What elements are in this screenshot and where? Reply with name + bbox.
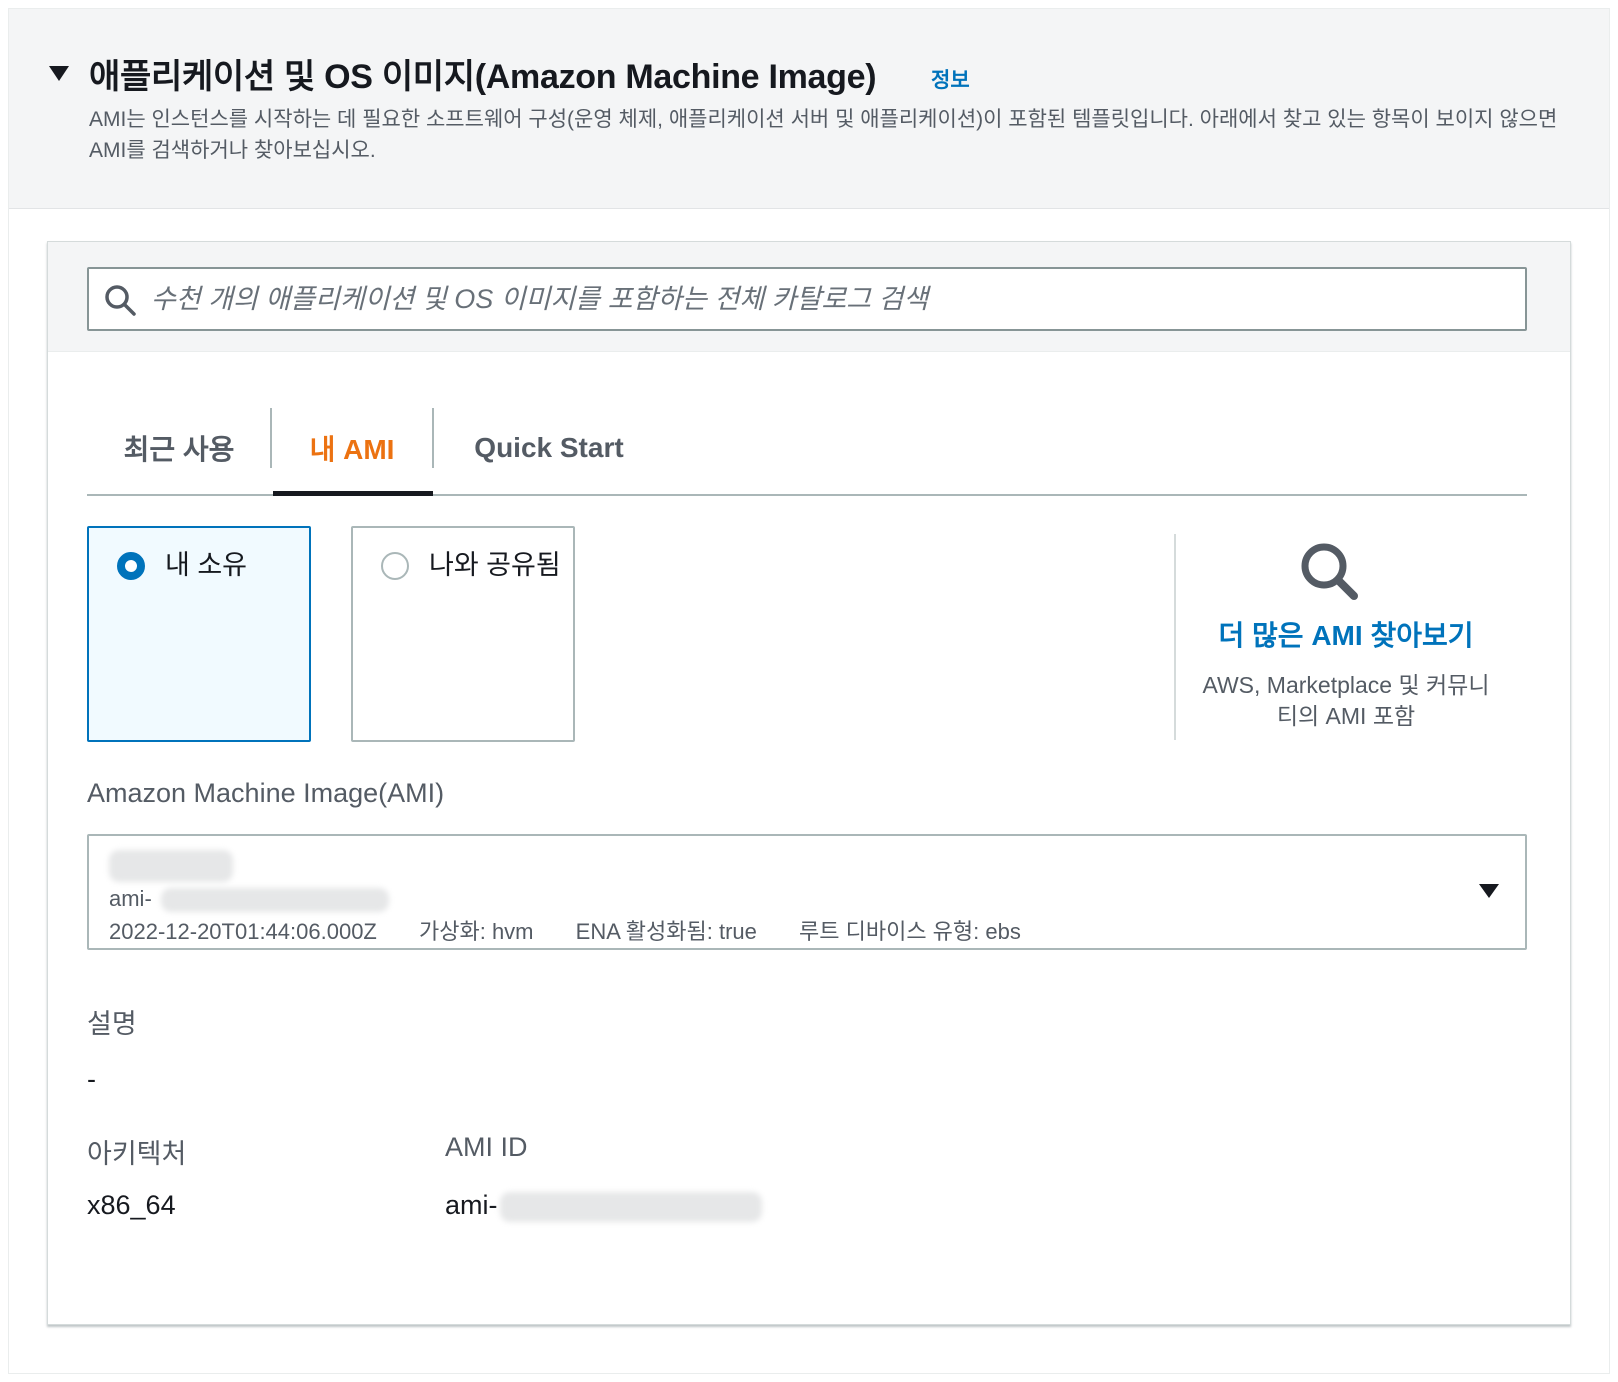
radio-button[interactable] [381,552,409,580]
search-area [48,242,1570,352]
architecture-label: 아키텍처 [87,1139,187,1169]
ami-section-panel: 애플리케이션 및 OS 이미지(Amazon Machine Image) 정보… [8,8,1610,1374]
ami-id-label: AMI ID [445,1132,528,1162]
description-label: 설명 [87,1009,137,1039]
tab-my-ami[interactable]: 내 AMI [271,402,433,496]
info-link[interactable]: 정보 [931,64,970,94]
ami-virtualization: 가상화: hvm [419,919,534,944]
tile-label: 나와 공유됨 [429,550,561,580]
caret-down-icon[interactable] [47,61,71,85]
ami-tabs: 최근 사용 내 AMI Quick Start [87,402,1527,496]
ami-id-value: ami- [445,1190,498,1220]
ami-created: 2022-12-20T01:44:06.000Z [109,919,377,944]
owned-by-me-tile[interactable]: 내 소유 [87,526,311,742]
section-header: 애플리케이션 및 OS 이미지(Amazon Machine Image) 정보… [9,9,1609,209]
magnifier-icon [1301,543,1358,600]
ami-ena: ENA 활성화됨: true [575,919,757,944]
architecture-value: x86_64 [87,1190,176,1220]
search-box[interactable] [87,267,1527,331]
section-description: AMI는 인스턴스를 시작하는 데 필요한 소프트웨어 구성(운영 체제, 애플… [89,108,1558,162]
redacted-ami-id [161,888,389,912]
browse-more-description: AWS, Marketplace 및 커뮤니티의 AMI 포함 [1202,672,1490,729]
ami-card: 최근 사용 내 AMI Quick Start 내 소유 나와 공유됨 더 많은… [47,241,1571,1325]
search-input[interactable] [151,277,1511,321]
radio-button-selected[interactable] [117,552,145,580]
caret-down-icon[interactable] [1477,882,1501,900]
section-title: 애플리케이션 및 OS 이미지(Amazon Machine Image) [89,58,877,96]
redacted-ami-name [109,850,233,882]
description-value: - [87,1064,96,1094]
search-icon [105,285,136,316]
tab-recent[interactable]: 최근 사용 [87,402,271,494]
ami-select-label: Amazon Machine Image(AMI) [87,778,445,808]
ami-metadata: 2022-12-20T01:44:06.000Z 가상화: hvm ENA 활성… [109,914,1057,946]
tile-label: 내 소유 [165,550,248,580]
ami-root-device: 루트 디바이스 유형: ebs [799,919,1021,944]
shared-with-me-tile[interactable]: 나와 공유됨 [351,526,575,742]
browse-more-amis-link[interactable]: 더 많은 AMI 찾아보기 [1176,614,1516,654]
ami-select[interactable]: ami- 2022-12-20T01:44:06.000Z 가상화: hvm E… [87,834,1527,950]
tab-quick-start[interactable]: Quick Start [433,402,665,494]
ami-prefix: ami- [109,886,152,911]
redacted-ami-id [500,1192,762,1222]
